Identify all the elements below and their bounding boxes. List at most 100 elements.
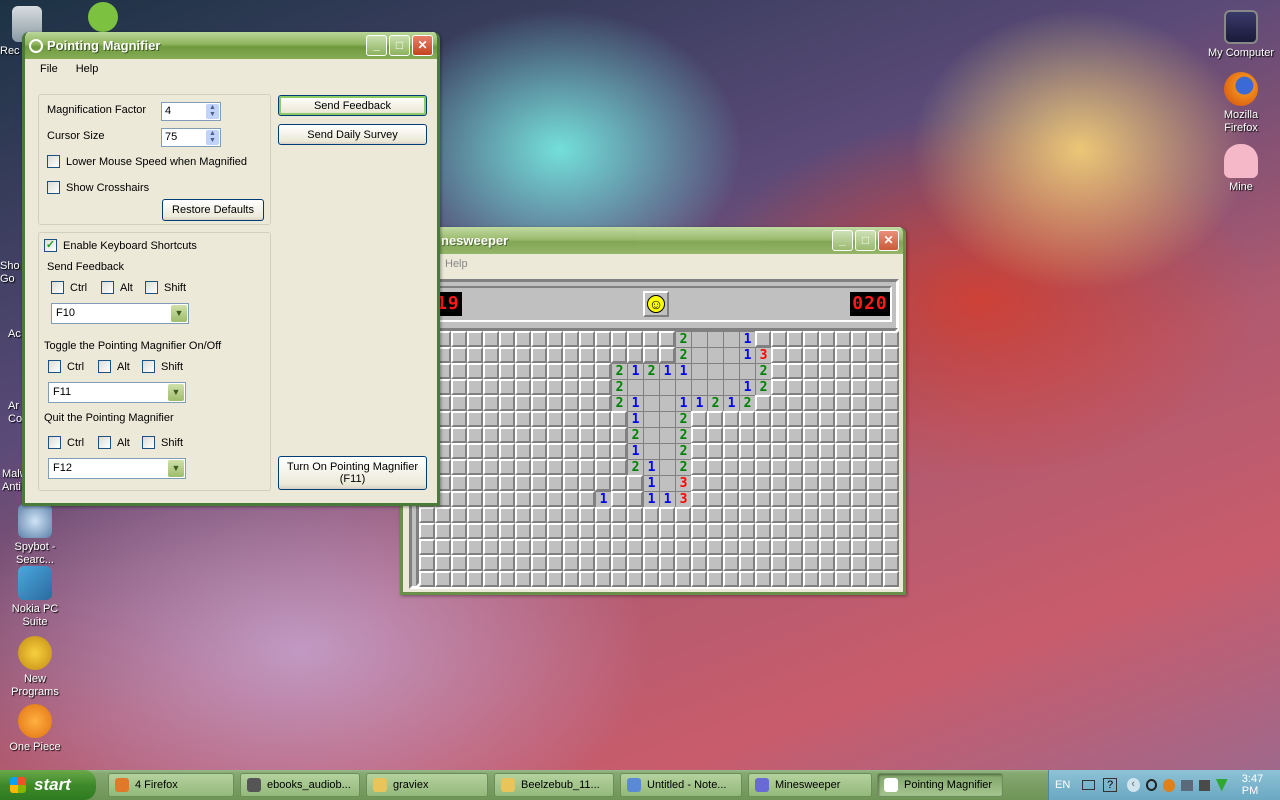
open-cell[interactable]: 1 (595, 491, 611, 507)
hidden-cell[interactable] (723, 523, 739, 539)
hidden-cell[interactable] (883, 491, 899, 507)
hidden-cell[interactable] (787, 411, 803, 427)
hidden-cell[interactable] (867, 523, 883, 539)
hidden-cell[interactable] (883, 507, 899, 523)
hidden-cell[interactable] (819, 443, 835, 459)
open-cell[interactable] (691, 331, 707, 347)
hidden-cell[interactable] (499, 395, 515, 411)
desktop-icon-my-computer[interactable]: My Computer (1206, 10, 1276, 60)
send-daily-survey-button[interactable]: Send Daily Survey (278, 124, 427, 145)
hidden-cell[interactable] (499, 459, 515, 475)
hidden-cell[interactable] (499, 363, 515, 379)
hidden-cell[interactable] (755, 491, 771, 507)
hidden-cell[interactable] (467, 395, 483, 411)
hidden-cell[interactable] (467, 347, 483, 363)
hidden-cell[interactable] (835, 475, 851, 491)
hidden-cell[interactable] (419, 555, 435, 571)
open-cell[interactable] (643, 379, 659, 395)
toggle-key-select[interactable]: F11 ▼ (48, 382, 186, 403)
hidden-cell[interactable] (819, 395, 835, 411)
minesweeper-titlebar[interactable]: nesweeper _ □ ✕ (403, 227, 903, 254)
hidden-cell[interactable] (707, 475, 723, 491)
hidden-cell[interactable] (643, 523, 659, 539)
open-cell[interactable] (659, 443, 675, 459)
hidden-cell[interactable] (611, 507, 627, 523)
hidden-cell[interactable] (739, 411, 755, 427)
hidden-cell[interactable] (819, 571, 835, 587)
hidden-cell[interactable] (659, 571, 675, 587)
hidden-cell[interactable] (803, 363, 819, 379)
hidden-cell[interactable] (499, 475, 515, 491)
open-cell[interactable]: 2 (739, 395, 755, 411)
open-cell[interactable]: 1 (739, 347, 755, 363)
open-cell[interactable]: 1 (739, 331, 755, 347)
tray-chevron-icon[interactable]: ‹ (1126, 778, 1140, 792)
open-cell[interactable] (659, 395, 675, 411)
open-cell[interactable]: 2 (675, 331, 691, 347)
hidden-cell[interactable] (499, 443, 515, 459)
checkbox-box[interactable]: ✓ (44, 239, 57, 252)
hidden-cell[interactable] (467, 331, 483, 347)
hidden-cell[interactable] (531, 459, 547, 475)
open-cell[interactable]: 1 (659, 491, 675, 507)
hidden-cell[interactable] (707, 507, 723, 523)
hidden-cell[interactable] (579, 427, 595, 443)
desktop-icon-spybot[interactable]: Spybot - Searc... (0, 504, 70, 567)
hidden-cell[interactable] (643, 347, 659, 363)
hidden-cell[interactable] (739, 427, 755, 443)
hidden-cell[interactable] (531, 347, 547, 363)
hidden-cell[interactable] (531, 427, 547, 443)
hidden-cell[interactable] (771, 427, 787, 443)
open-cell[interactable]: 2 (675, 459, 691, 475)
hidden-cell[interactable] (595, 395, 611, 411)
hidden-cell[interactable] (595, 347, 611, 363)
hidden-cell[interactable] (531, 411, 547, 427)
hidden-cell[interactable] (467, 475, 483, 491)
open-cell[interactable] (627, 379, 643, 395)
lower-speed-checkbox[interactable]: Lower Mouse Speed when Magnified (47, 155, 247, 168)
hidden-cell[interactable] (755, 331, 771, 347)
hidden-cell[interactable] (451, 523, 467, 539)
minefield-grid[interactable]: 212132121122122111212122212212131113 (416, 328, 899, 587)
hidden-cell[interactable] (579, 379, 595, 395)
checkbox-box[interactable] (98, 360, 111, 373)
ctrl-checkbox[interactable]: Ctrl (51, 281, 87, 294)
hidden-cell[interactable] (531, 379, 547, 395)
hidden-cell[interactable] (675, 539, 691, 555)
hidden-cell[interactable] (755, 459, 771, 475)
hidden-cell[interactable] (547, 571, 563, 587)
hidden-cell[interactable] (787, 331, 803, 347)
desktop-icon-one-piece[interactable]: One Piece (0, 704, 70, 754)
hidden-cell[interactable] (595, 571, 611, 587)
alt-checkbox[interactable]: Alt (101, 281, 133, 294)
hidden-cell[interactable] (627, 347, 643, 363)
hidden-cell[interactable] (659, 523, 675, 539)
hidden-cell[interactable] (691, 475, 707, 491)
hidden-cell[interactable] (787, 555, 803, 571)
checkbox-box[interactable] (142, 436, 155, 449)
open-cell[interactable] (723, 363, 739, 379)
hidden-cell[interactable] (499, 379, 515, 395)
taskbar-item[interactable]: Beelzebub_11... (494, 773, 614, 797)
checkbox-box[interactable] (47, 155, 60, 168)
hidden-cell[interactable] (643, 539, 659, 555)
hidden-cell[interactable] (547, 363, 563, 379)
open-cell[interactable]: 2 (707, 395, 723, 411)
hidden-cell[interactable] (803, 475, 819, 491)
taskbar-item[interactable]: graviex (366, 773, 488, 797)
hidden-cell[interactable] (483, 523, 499, 539)
hidden-cell[interactable] (547, 539, 563, 555)
hidden-cell[interactable] (707, 539, 723, 555)
magnifier-maximize-button[interactable]: □ (389, 35, 410, 56)
open-cell[interactable] (643, 395, 659, 411)
hidden-cell[interactable] (691, 411, 707, 427)
speaker-tray-icon[interactable] (1199, 779, 1210, 791)
open-cell[interactable]: 1 (675, 395, 691, 411)
hidden-cell[interactable] (883, 427, 899, 443)
open-cell[interactable] (659, 459, 675, 475)
wifi-tray-icon[interactable] (1215, 778, 1228, 792)
turn-on-magnifier-button[interactable]: Turn On Pointing Magnifier (F11) (278, 456, 427, 490)
hidden-cell[interactable] (467, 507, 483, 523)
hidden-cell[interactable] (611, 491, 627, 507)
hidden-cell[interactable] (787, 395, 803, 411)
